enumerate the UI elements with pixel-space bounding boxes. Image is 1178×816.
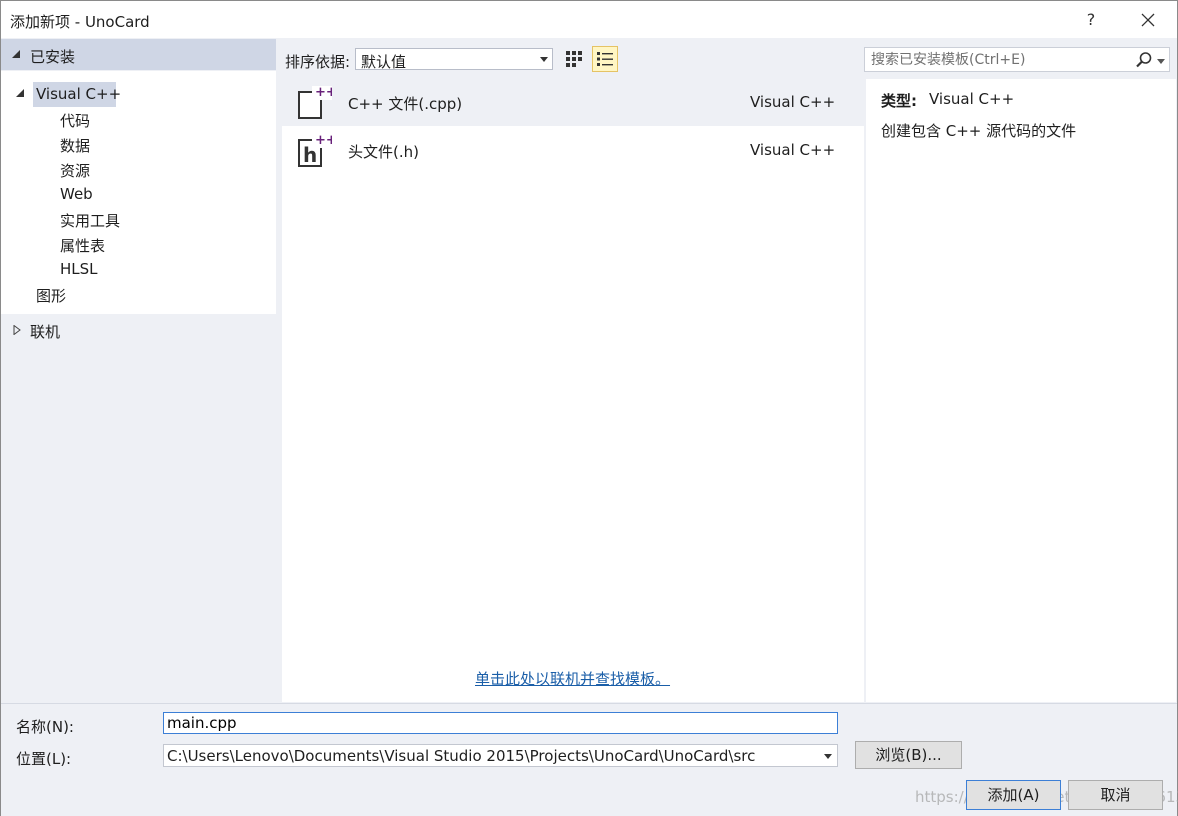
sort-value: 默认值 (361, 53, 407, 71)
browse-button[interactable]: 浏览(B)... (855, 741, 962, 769)
cpp-file-icon: ++ (298, 85, 332, 119)
close-button[interactable] (1125, 4, 1171, 36)
search-icon[interactable] (1135, 51, 1153, 69)
template-search-box (864, 47, 1170, 72)
template-name: C++ 文件(.cpp) (348, 95, 463, 113)
template-name: 头文件(.h) (348, 143, 419, 161)
location-value: C:\Users\Lenovo\Documents\Visual Studio … (167, 747, 756, 765)
type-label: 类型: (881, 92, 917, 110)
details-panel: 类型: Visual C++ 创建包含 C++ 源代码的文件 (866, 79, 1176, 702)
small-icons-view-button[interactable] (562, 47, 586, 71)
tree-item-data[interactable]: 数据 (60, 135, 90, 156)
title-bar: 添加新项 - UnoCard ? (1, 1, 1177, 38)
installed-label: 已安装 (30, 48, 76, 66)
tree-item-visual-cpp[interactable]: Visual C++ (33, 82, 121, 107)
list-view-button[interactable] (592, 46, 618, 72)
tree-item-code[interactable]: 代码 (60, 110, 90, 131)
cancel-button[interactable]: 取消 (1068, 780, 1163, 810)
expand-arrow-icon (16, 89, 24, 97)
template-language: Visual C++ (750, 93, 836, 111)
name-field[interactable] (163, 712, 838, 734)
category-tree: Visual C++ 代码 数据 资源 Web 实用工具 属性表 HLSL 图形 (1, 71, 276, 314)
chevron-down-icon (540, 57, 548, 62)
add-button[interactable]: 添加(A) (966, 780, 1061, 810)
tree-item-web[interactable]: Web (60, 185, 93, 203)
tree-item-label: Visual C++ (36, 85, 122, 103)
window-title: 添加新项 - UnoCard (10, 13, 150, 31)
installed-header[interactable]: 已安装 (1, 39, 276, 70)
type-value: Visual C++ (929, 90, 1015, 108)
list-view-icon (597, 52, 613, 66)
sort-label: 排序依据: (285, 53, 351, 71)
tree-item-graphics[interactable]: 图形 (36, 285, 66, 306)
close-icon (1141, 13, 1155, 27)
tree-item-resources[interactable]: 资源 (60, 160, 90, 181)
template-description: 创建包含 C++ 源代码的文件 (881, 122, 1077, 140)
template-list: ++ C++ 文件(.cpp) Visual C++ ++ h 头文件(.h) … (282, 79, 864, 702)
sort-dropdown[interactable]: 默认值 (355, 48, 553, 71)
list-item[interactable]: ++ h 头文件(.h) Visual C++ (282, 127, 864, 174)
svg-text:h: h (303, 143, 317, 167)
location-dropdown[interactable]: C:\Users\Lenovo\Documents\Visual Studio … (163, 744, 838, 767)
grid-view-icon (566, 51, 582, 67)
expand-arrow-icon[interactable] (13, 325, 21, 335)
name-label: 名称(N): (16, 718, 74, 736)
bottom-form: 名称(N): 位置(L): C:\Users\Lenovo\Documents\… (1, 703, 1178, 816)
tree-item-property-sheets[interactable]: 属性表 (60, 235, 105, 256)
online-item[interactable]: 联机 (30, 321, 60, 342)
chevron-down-icon (824, 754, 832, 759)
help-button[interactable]: ? (1069, 4, 1113, 36)
list-item[interactable]: ++ C++ 文件(.cpp) Visual C++ (282, 79, 864, 126)
svg-text:++: ++ (315, 85, 332, 100)
tree-item-utility[interactable]: 实用工具 (60, 210, 120, 231)
chevron-down-icon[interactable] (1157, 59, 1165, 64)
search-input[interactable] (871, 50, 1131, 69)
template-language: Visual C++ (750, 141, 836, 159)
tree-item-hlsl[interactable]: HLSL (60, 260, 98, 278)
find-templates-online-link[interactable]: 单击此处以联机并查找模板。 (475, 668, 670, 689)
header-file-icon: ++ h (298, 133, 332, 167)
collapse-arrow-icon (12, 50, 20, 58)
category-panel: 已安装 Visual C++ 代码 数据 资源 Web 实用工具 属性表 HLS… (1, 39, 276, 702)
location-label: 位置(L): (16, 750, 72, 768)
svg-text:++: ++ (315, 133, 332, 148)
